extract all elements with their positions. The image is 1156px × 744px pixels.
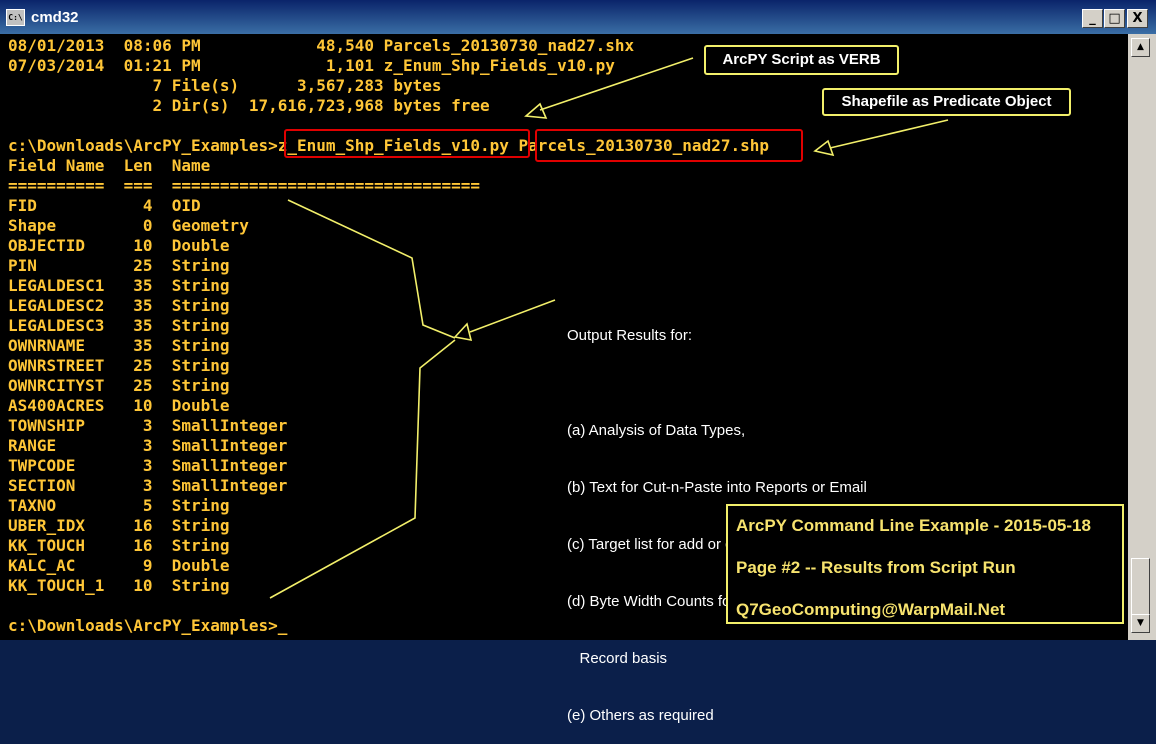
notes-line: Record basis: [567, 650, 668, 667]
bracket-bottom-line: [269, 339, 456, 599]
object-arrowhead: [813, 139, 835, 157]
verb-arrowhead: [524, 102, 548, 119]
results-arrowhead: [453, 322, 473, 342]
object-arrow-line: [829, 119, 949, 149]
annotation-arrows: [269, 57, 949, 599]
bracket-top-line: [287, 199, 456, 339]
verb-arrow-line: [539, 57, 694, 111]
results-arrow-line: [469, 299, 556, 333]
notes-line: (e) Others as required: [567, 707, 714, 724]
